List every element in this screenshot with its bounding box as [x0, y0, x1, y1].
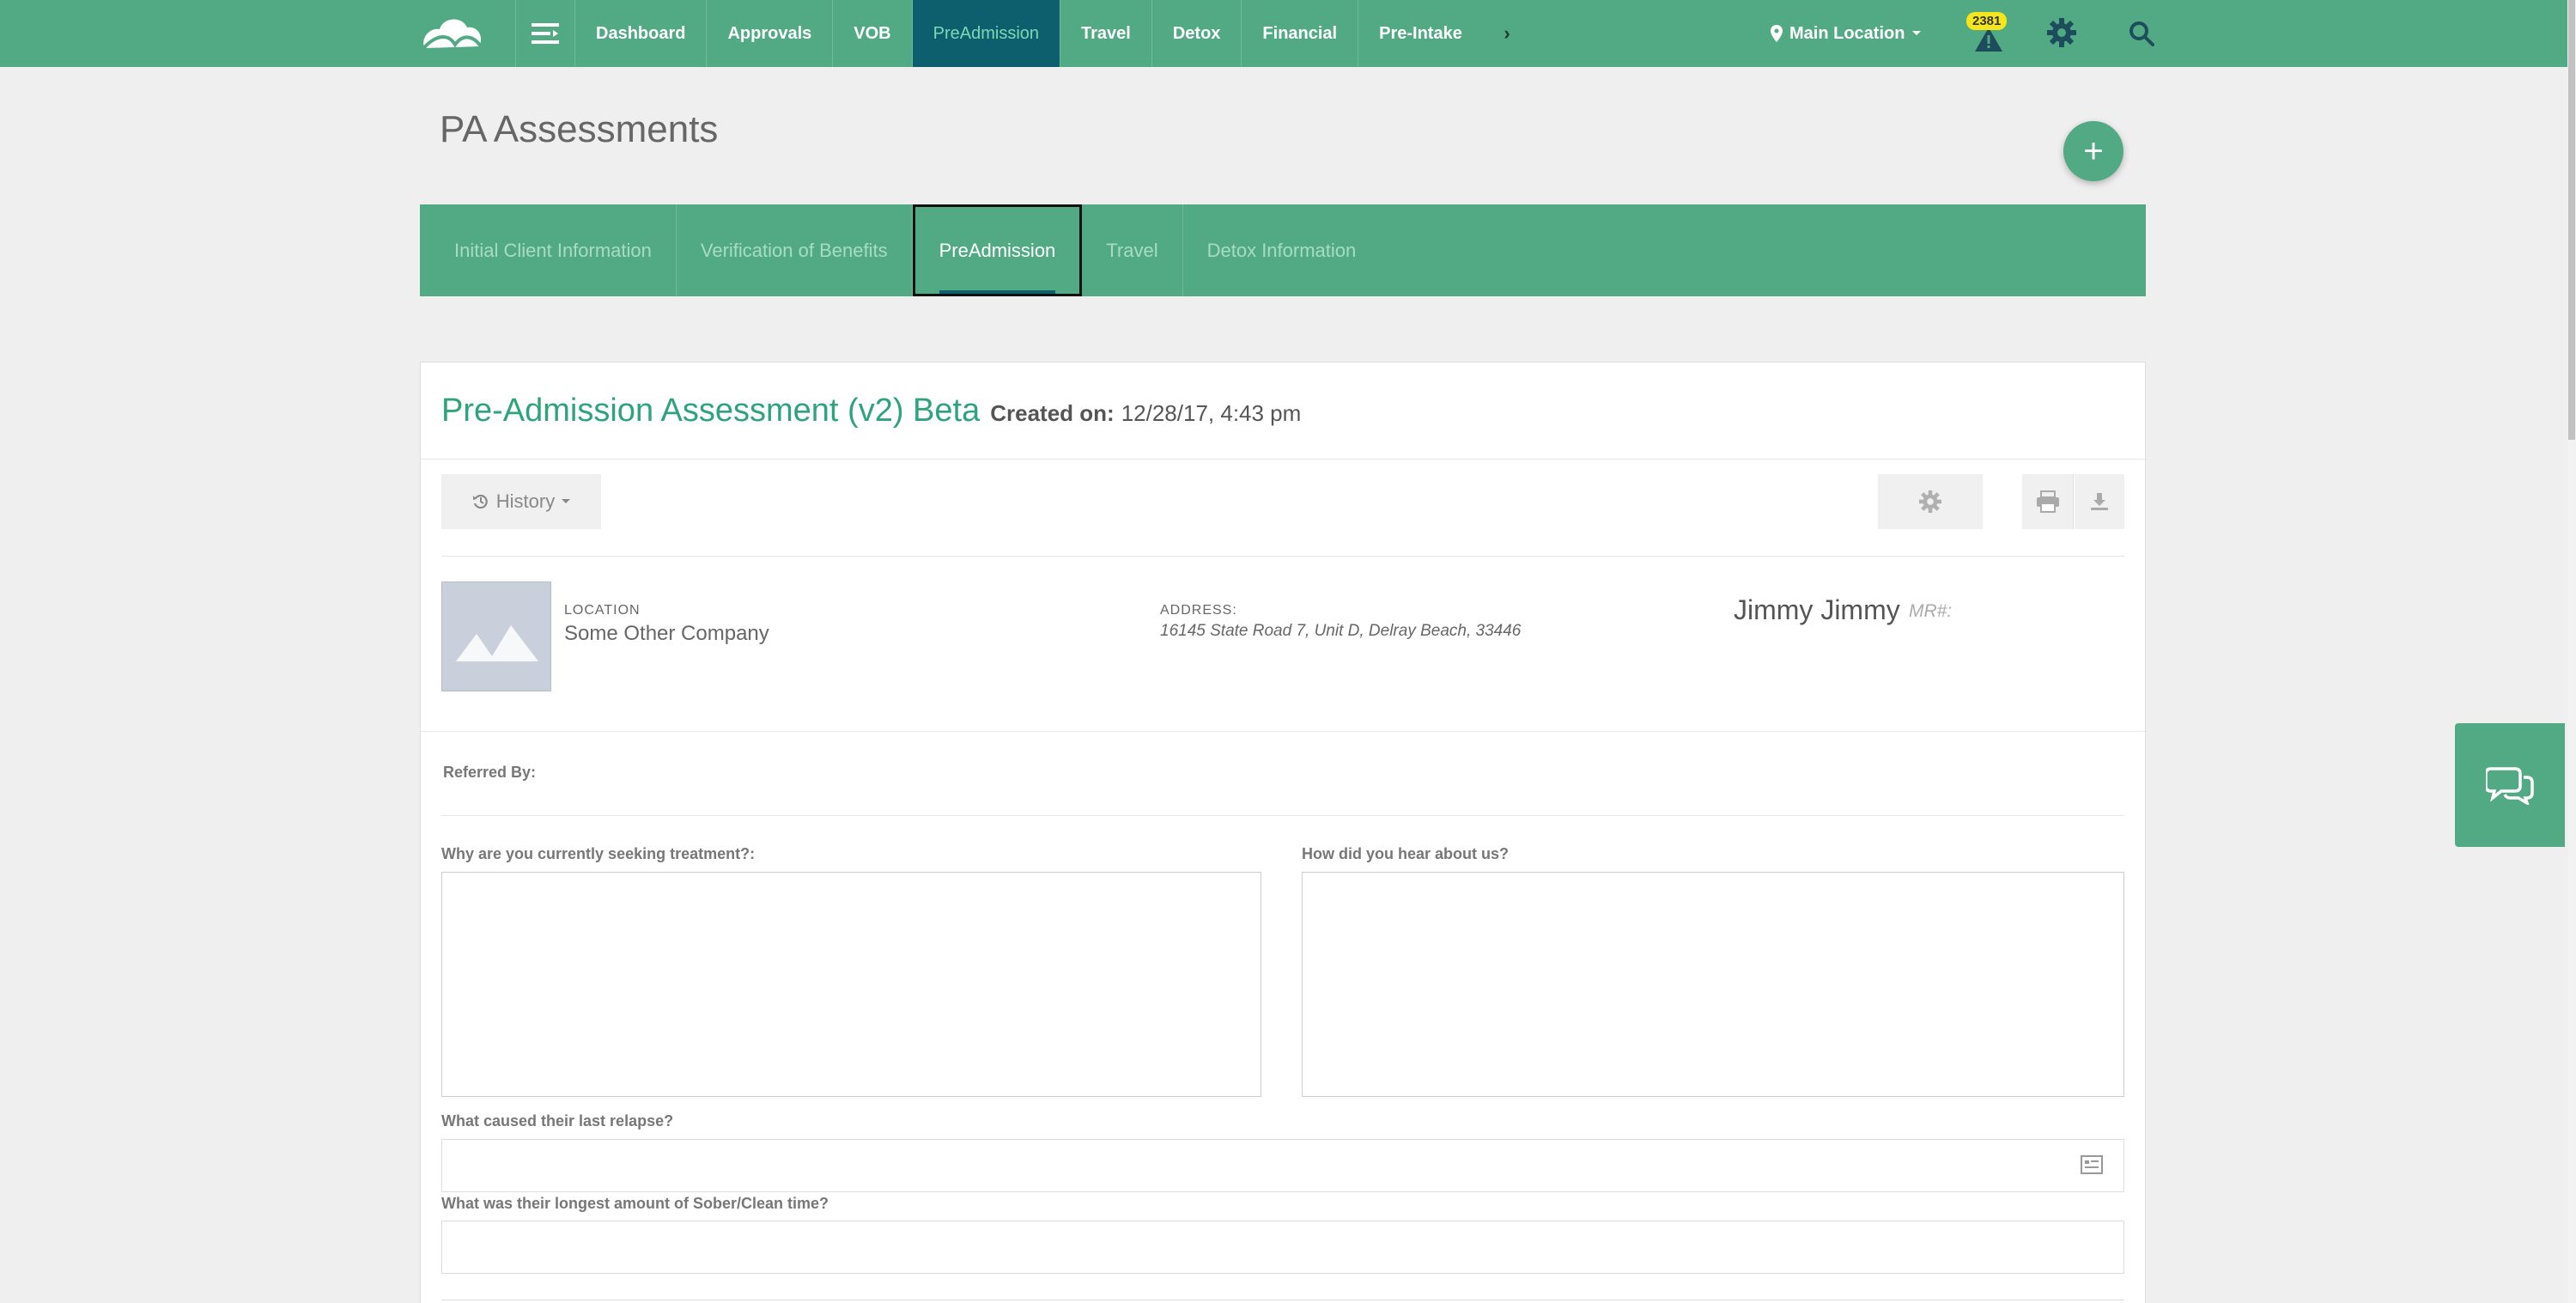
- address-value: 16145 State Road 7, Unit D, Delray Beach…: [1160, 622, 1522, 640]
- gear-icon: [1919, 490, 1941, 513]
- referred-by-label: Referred By:: [443, 764, 537, 781]
- settings-gear-icon[interactable]: [2047, 18, 2076, 47]
- created-on-value: 12/28/17, 4:43 pm: [1121, 399, 1302, 426]
- location-value: Some Other Company: [564, 622, 769, 645]
- tab-travel[interactable]: Travel: [1082, 204, 1183, 296]
- mr-number-label: MR#:: [1909, 601, 1953, 621]
- top-navbar: Dashboard Approvals VOB PreAdmission Tra…: [0, 0, 2567, 67]
- tab-detox-information[interactable]: Detox Information: [1183, 204, 1381, 296]
- menu-toggle-button[interactable]: [515, 0, 575, 67]
- nav-item-detox[interactable]: Detox: [1152, 0, 1242, 67]
- divider: [441, 815, 2124, 816]
- last-relapse-input[interactable]: [441, 1139, 2124, 1192]
- print-button[interactable]: [2022, 474, 2074, 529]
- nav-scroll-right-icon[interactable]: ›: [1494, 0, 1520, 67]
- assessment-tabs: Initial Client Information Verification …: [420, 204, 2146, 296]
- assessment-card: Pre-Admission Assessment (v2) Beta Creat…: [420, 362, 2146, 1303]
- company-logo-placeholder-image: [441, 581, 551, 691]
- sober-time-label: What was their longest amount of Sober/C…: [441, 1195, 829, 1212]
- card-title: Pre-Admission Assessment (v2) Beta: [441, 392, 981, 429]
- tab-preadmission[interactable]: PreAdmission: [912, 204, 1083, 296]
- history-icon: [472, 494, 488, 509]
- alerts-count-badge: 2381: [1966, 12, 2008, 30]
- nav-item-financial[interactable]: Financial: [1242, 0, 1359, 67]
- how-heard-textarea[interactable]: [1302, 872, 2124, 1097]
- location-label: LOCATION: [564, 603, 641, 618]
- nav-item-preadmission[interactable]: PreAdmission: [912, 0, 1061, 67]
- caret-down-icon: [562, 499, 571, 503]
- add-assessment-button[interactable]: +: [2063, 121, 2123, 181]
- seeking-treatment-textarea[interactable]: [441, 872, 1261, 1097]
- last-relapse-label: What caused their last relapse?: [441, 1112, 674, 1129]
- nav-item-vob[interactable]: VOB: [833, 0, 913, 67]
- caret-down-icon: [1912, 31, 1922, 35]
- sober-time-input[interactable]: [441, 1221, 2124, 1274]
- seeking-treatment-label: Why are you currently seeking treatment?…: [441, 845, 756, 862]
- tab-initial-client-information[interactable]: Initial Client Information: [430, 204, 677, 296]
- image-placeholder-icon: [456, 625, 538, 661]
- main-nav: Dashboard Approvals VOB PreAdmission Tra…: [575, 0, 1468, 67]
- divider: [441, 556, 2124, 557]
- chat-widget-button[interactable]: [2455, 723, 2565, 847]
- card-toolbar: History: [441, 474, 2124, 529]
- nav-item-pre-intake[interactable]: Pre-Intake: [1358, 0, 1468, 67]
- search-icon[interactable]: [2128, 20, 2155, 47]
- location-label: Main Location: [1789, 23, 1905, 43]
- history-dropdown-button[interactable]: History: [441, 474, 601, 529]
- page-title: PA Assessments: [440, 108, 719, 150]
- created-on-label: Created on:: [990, 399, 1115, 426]
- tab-verification-of-benefits[interactable]: Verification of Benefits: [677, 204, 913, 296]
- form-field-icon[interactable]: [2081, 1155, 2103, 1174]
- nav-item-approvals[interactable]: Approvals: [707, 0, 834, 67]
- plus-icon: +: [2083, 131, 2104, 170]
- address-label: ADDRESS:: [1160, 603, 1237, 618]
- printer-icon: [2036, 490, 2059, 513]
- nav-item-travel[interactable]: Travel: [1060, 0, 1152, 67]
- map-pin-icon: [1771, 25, 1783, 42]
- download-button[interactable]: [2075, 474, 2124, 529]
- client-name: Jimmy Jimmy: [1734, 594, 1900, 625]
- form-settings-button[interactable]: [1878, 474, 1983, 529]
- card-header: Pre-Admission Assessment (v2) Beta Creat…: [421, 362, 2145, 460]
- how-heard-label: How did you hear about us?: [1302, 845, 1510, 862]
- hamburger-icon: [532, 23, 559, 44]
- chat-bubbles-icon: [2486, 767, 2534, 805]
- download-icon: [2091, 493, 2108, 510]
- nav-item-dashboard[interactable]: Dashboard: [575, 0, 708, 67]
- divider: [421, 731, 2145, 732]
- location-dropdown[interactable]: Main Location: [1771, 0, 1922, 67]
- history-label: History: [495, 490, 556, 512]
- logo-cloud-icon[interactable]: [417, 10, 486, 57]
- page-scrollbar-thumb[interactable]: [2568, 0, 2575, 440]
